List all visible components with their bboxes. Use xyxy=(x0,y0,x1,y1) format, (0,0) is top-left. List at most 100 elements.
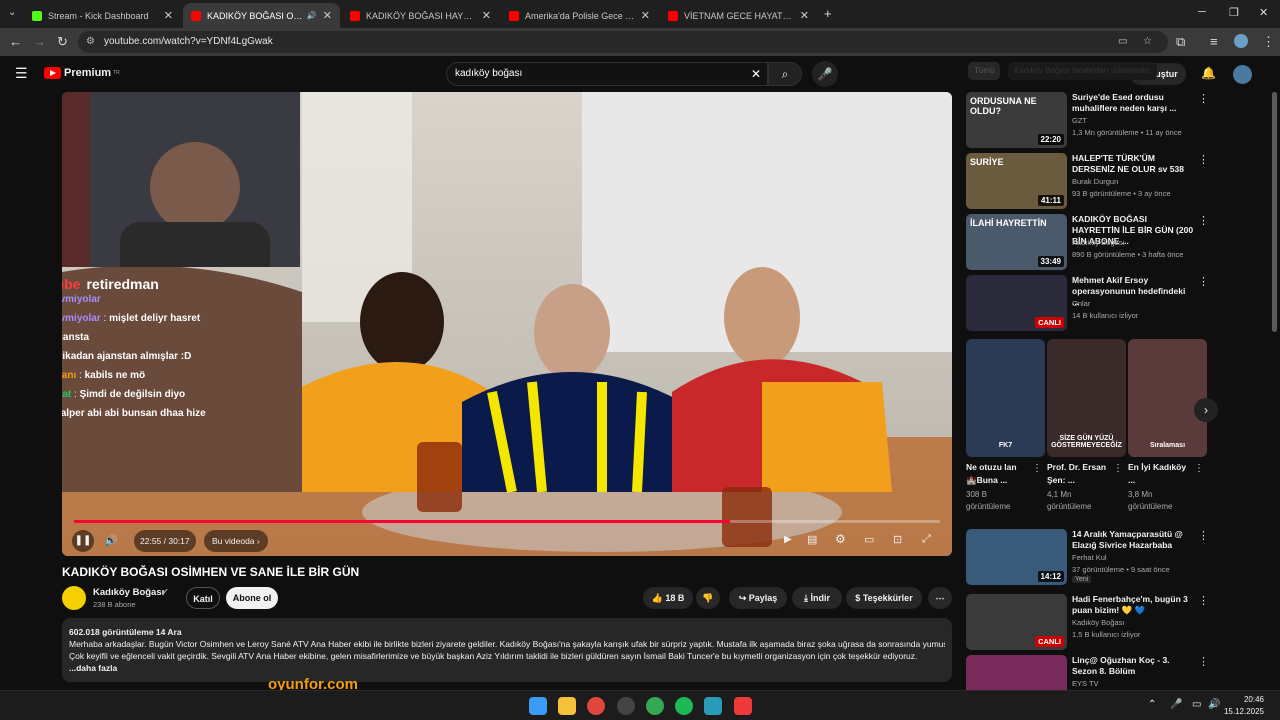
more-options-icon[interactable]: ⋮ xyxy=(1198,655,1209,668)
tray-arrow-icon[interactable]: ⌃ xyxy=(1148,699,1156,710)
clock-date[interactable]: 15.12.2025 xyxy=(1220,707,1264,716)
video-thumbnail[interactable]: İLAHİ HAYRETTİN 33:49 xyxy=(966,214,1067,270)
join-button[interactable]: Katıl xyxy=(186,587,220,609)
profile-avatar[interactable] xyxy=(1234,34,1248,48)
download-button[interactable]: ⤓ İndir xyxy=(792,587,842,609)
shorts-next-arrow[interactable]: › xyxy=(1194,398,1218,422)
related-title[interactable]: Linç@ Oğuzhan Koç - 3. Sezon 8. Bölüm xyxy=(1072,655,1194,677)
tab-audio-icon[interactable]: 🔊 xyxy=(307,11,317,20)
site-info-icon[interactable]: ⚙ xyxy=(86,31,95,53)
back-icon[interactable]: ← xyxy=(9,34,22,49)
video-thumbnail[interactable]: SURİYE 41:11 xyxy=(966,153,1067,209)
related-video[interactable]: SURİYE 41:11 HALEP'TE TÜRK'ÜM DERSENİZ NE … xyxy=(966,153,1216,209)
related-video[interactable]: ORDUSUNA NE OLDU? 22:20 Suriye'de Esed ord… xyxy=(966,92,1216,148)
related-title[interactable]: 14 Aralık Yamaçparasütü @ Elazığ Sivrice… xyxy=(1072,529,1194,551)
fullscreen-icon[interactable]: ⤢ xyxy=(922,533,931,546)
short-more-icon[interactable]: ⋮ xyxy=(1113,463,1123,474)
browser-tab[interactable]: KADIKÖY BOĞASI HAYRETTİN İ ✕ xyxy=(342,3,499,28)
more-actions-button[interactable]: ⋯ xyxy=(928,587,952,609)
clock-time[interactable]: 20:46 xyxy=(1228,695,1264,704)
subscribe-button[interactable]: Abone ol xyxy=(226,587,278,609)
reading-list-icon[interactable]: ≡ xyxy=(1210,34,1218,49)
share-button[interactable]: ↪ Paylaş xyxy=(729,587,787,609)
description-box[interactable]: 602.018 görüntüleme 14 Ara Merhaba arkad… xyxy=(62,618,952,682)
miniplayer-icon[interactable]: ▭ xyxy=(864,533,874,546)
related-channel[interactable]: Burak Durgun xyxy=(1072,177,1118,186)
app-icon[interactable] xyxy=(704,697,722,715)
video-thumbnail[interactable]: CANLI xyxy=(966,275,1067,331)
hamburger-menu-icon[interactable]: ☰ xyxy=(15,65,28,82)
menu-icon[interactable]: ⋮ xyxy=(1262,34,1275,50)
short-title[interactable]: En İyi Kadıköy ... xyxy=(1128,461,1190,487)
search-input[interactable]: kadıköy boğası ✕ xyxy=(446,62,768,86)
tab-close-icon[interactable]: ✕ xyxy=(641,9,650,22)
clear-search-icon[interactable]: ✕ xyxy=(751,63,761,85)
reload-icon[interactable]: ↻ xyxy=(57,34,68,50)
account-avatar[interactable] xyxy=(1233,65,1252,84)
browser-tab[interactable]: KADIKÖY BOĞASI OSİMHE 🔊 ✕ xyxy=(183,3,340,28)
browser-tab[interactable]: Stream - Kick Dashboard ✕ xyxy=(24,3,181,28)
more-options-icon[interactable]: ⋮ xyxy=(1198,214,1209,227)
related-title[interactable]: Hadi Fenerbahçe'm, bugün 3 puan bizim! 💛… xyxy=(1072,594,1194,616)
chip-uploads[interactable]: Kadıköy Boğası tarafından yüklenenler xyxy=(1008,62,1158,80)
short-video[interactable]: FK7 Ne otuzu lan 🏰Buna ... ⋮ 308 B görüntül… xyxy=(966,339,1045,515)
progress-bar[interactable] xyxy=(74,520,940,523)
more-options-icon[interactable]: ⋮ xyxy=(1198,275,1209,288)
related-channel[interactable]: Ferhat Kul xyxy=(1072,553,1107,562)
video-thumbnail[interactable]: 14:12 xyxy=(966,529,1067,585)
show-more-link[interactable]: ...daha fazla xyxy=(69,662,945,674)
related-title[interactable]: Suriye'de Esed ordusu muhaliflere neden … xyxy=(1072,92,1194,114)
video-thumbnail[interactable]: ORDUSUNA NE OLDU? 22:20 xyxy=(966,92,1067,148)
more-options-icon[interactable]: ⋮ xyxy=(1198,153,1209,166)
settings-gear-icon[interactable]: ⚙ xyxy=(835,532,846,546)
install-icon[interactable]: ▭ xyxy=(1118,31,1127,53)
chrome-active-icon[interactable] xyxy=(646,697,664,715)
tab-close-icon[interactable]: ✕ xyxy=(323,9,332,22)
mic-tray-icon[interactable]: 🎤 xyxy=(1170,699,1182,710)
related-channel[interactable]: Onlar xyxy=(1072,299,1090,308)
short-video[interactable]: Sıralaması En İyi Kadıköy ... ⋮ 3,8 Mn görü… xyxy=(1128,339,1207,515)
subtitles-icon[interactable]: ▤ xyxy=(807,533,817,546)
page-scrollbar[interactable] xyxy=(1272,92,1277,332)
channel-name[interactable]: Kadıköy Boğası xyxy=(93,587,164,598)
related-title[interactable]: HALEP'TE TÜRK'ÜM DERSENİZ NE OLUR sv 538 xyxy=(1072,153,1194,175)
browser-tab[interactable]: Amerika'da Polisle Gece Devriy ✕ xyxy=(501,3,658,28)
volume-icon[interactable]: 🔊 xyxy=(104,534,118,547)
forward-icon[interactable]: → xyxy=(33,34,46,49)
short-thumbnail[interactable]: FK7 xyxy=(966,339,1045,457)
video-player[interactable]: youtube retiredman onlarsenisevmiyolaron… xyxy=(62,92,952,556)
chapter-button[interactable]: Bu videoda › xyxy=(204,530,268,552)
related-video[interactable]: CANLI Mehmet Akif Ersoy operasyonunun hed… xyxy=(966,275,1216,331)
short-video[interactable]: SİZE GÜN YÜZÜ GÖSTERMEYECEĞİZ Prof. Dr. E… xyxy=(1047,339,1126,515)
notifications-bell-icon[interactable]: 🔔 xyxy=(1201,66,1216,80)
tab-close-icon[interactable]: ✕ xyxy=(482,9,491,22)
short-title[interactable]: Ne otuzu lan 🏰Buna ... xyxy=(966,461,1028,487)
obs-icon[interactable] xyxy=(617,697,635,715)
close-window-button[interactable]: ✕ xyxy=(1259,6,1268,19)
minimize-button[interactable]: ─ xyxy=(1198,6,1206,18)
autoplay-toggle[interactable]: ▶ xyxy=(784,534,792,545)
more-options-icon[interactable]: ⋮ xyxy=(1198,529,1209,542)
short-more-icon[interactable]: ⋮ xyxy=(1032,463,1042,474)
short-thumbnail[interactable]: SİZE GÜN YÜZÜ GÖSTERMEYECEĞİZ xyxy=(1047,339,1126,457)
related-channel[interactable]: Kadıköy Boğası xyxy=(1072,238,1125,247)
vivaldi-icon[interactable] xyxy=(734,697,752,715)
search-button[interactable]: ⌕ xyxy=(768,62,802,86)
short-more-icon[interactable]: ⋮ xyxy=(1194,463,1204,474)
related-channel[interactable]: Kadıköy Boğası xyxy=(1072,618,1125,627)
voice-search-button[interactable]: 🎤 xyxy=(812,61,838,87)
tab-close-icon[interactable]: ✕ xyxy=(800,9,809,22)
extensions-icon[interactable]: ⧉ xyxy=(1176,34,1185,50)
address-bar[interactable]: ⚙ youtube.com/watch?v=YDNf4LgGwak ▭ ☆ xyxy=(78,31,1168,53)
related-channel[interactable]: EYS TV xyxy=(1072,679,1099,688)
bookmark-star-icon[interactable]: ☆ xyxy=(1143,31,1152,53)
short-thumbnail[interactable]: Sıralaması xyxy=(1128,339,1207,457)
thanks-button[interactable]: $ Teşekkürler xyxy=(846,587,922,609)
dislike-button[interactable]: 👎 xyxy=(696,587,720,609)
short-title[interactable]: Prof. Dr. Ersan Şen: ... xyxy=(1047,461,1109,487)
related-video[interactable]: CANLI Hadi Fenerbahçe'm, bugün 3 puan biz… xyxy=(966,594,1216,650)
network-icon[interactable]: ▭ xyxy=(1192,699,1201,710)
channel-avatar[interactable] xyxy=(62,586,86,610)
like-button[interactable]: 👍 18 B xyxy=(643,587,693,609)
youtube-logo[interactable]: Premium TR xyxy=(44,67,120,79)
